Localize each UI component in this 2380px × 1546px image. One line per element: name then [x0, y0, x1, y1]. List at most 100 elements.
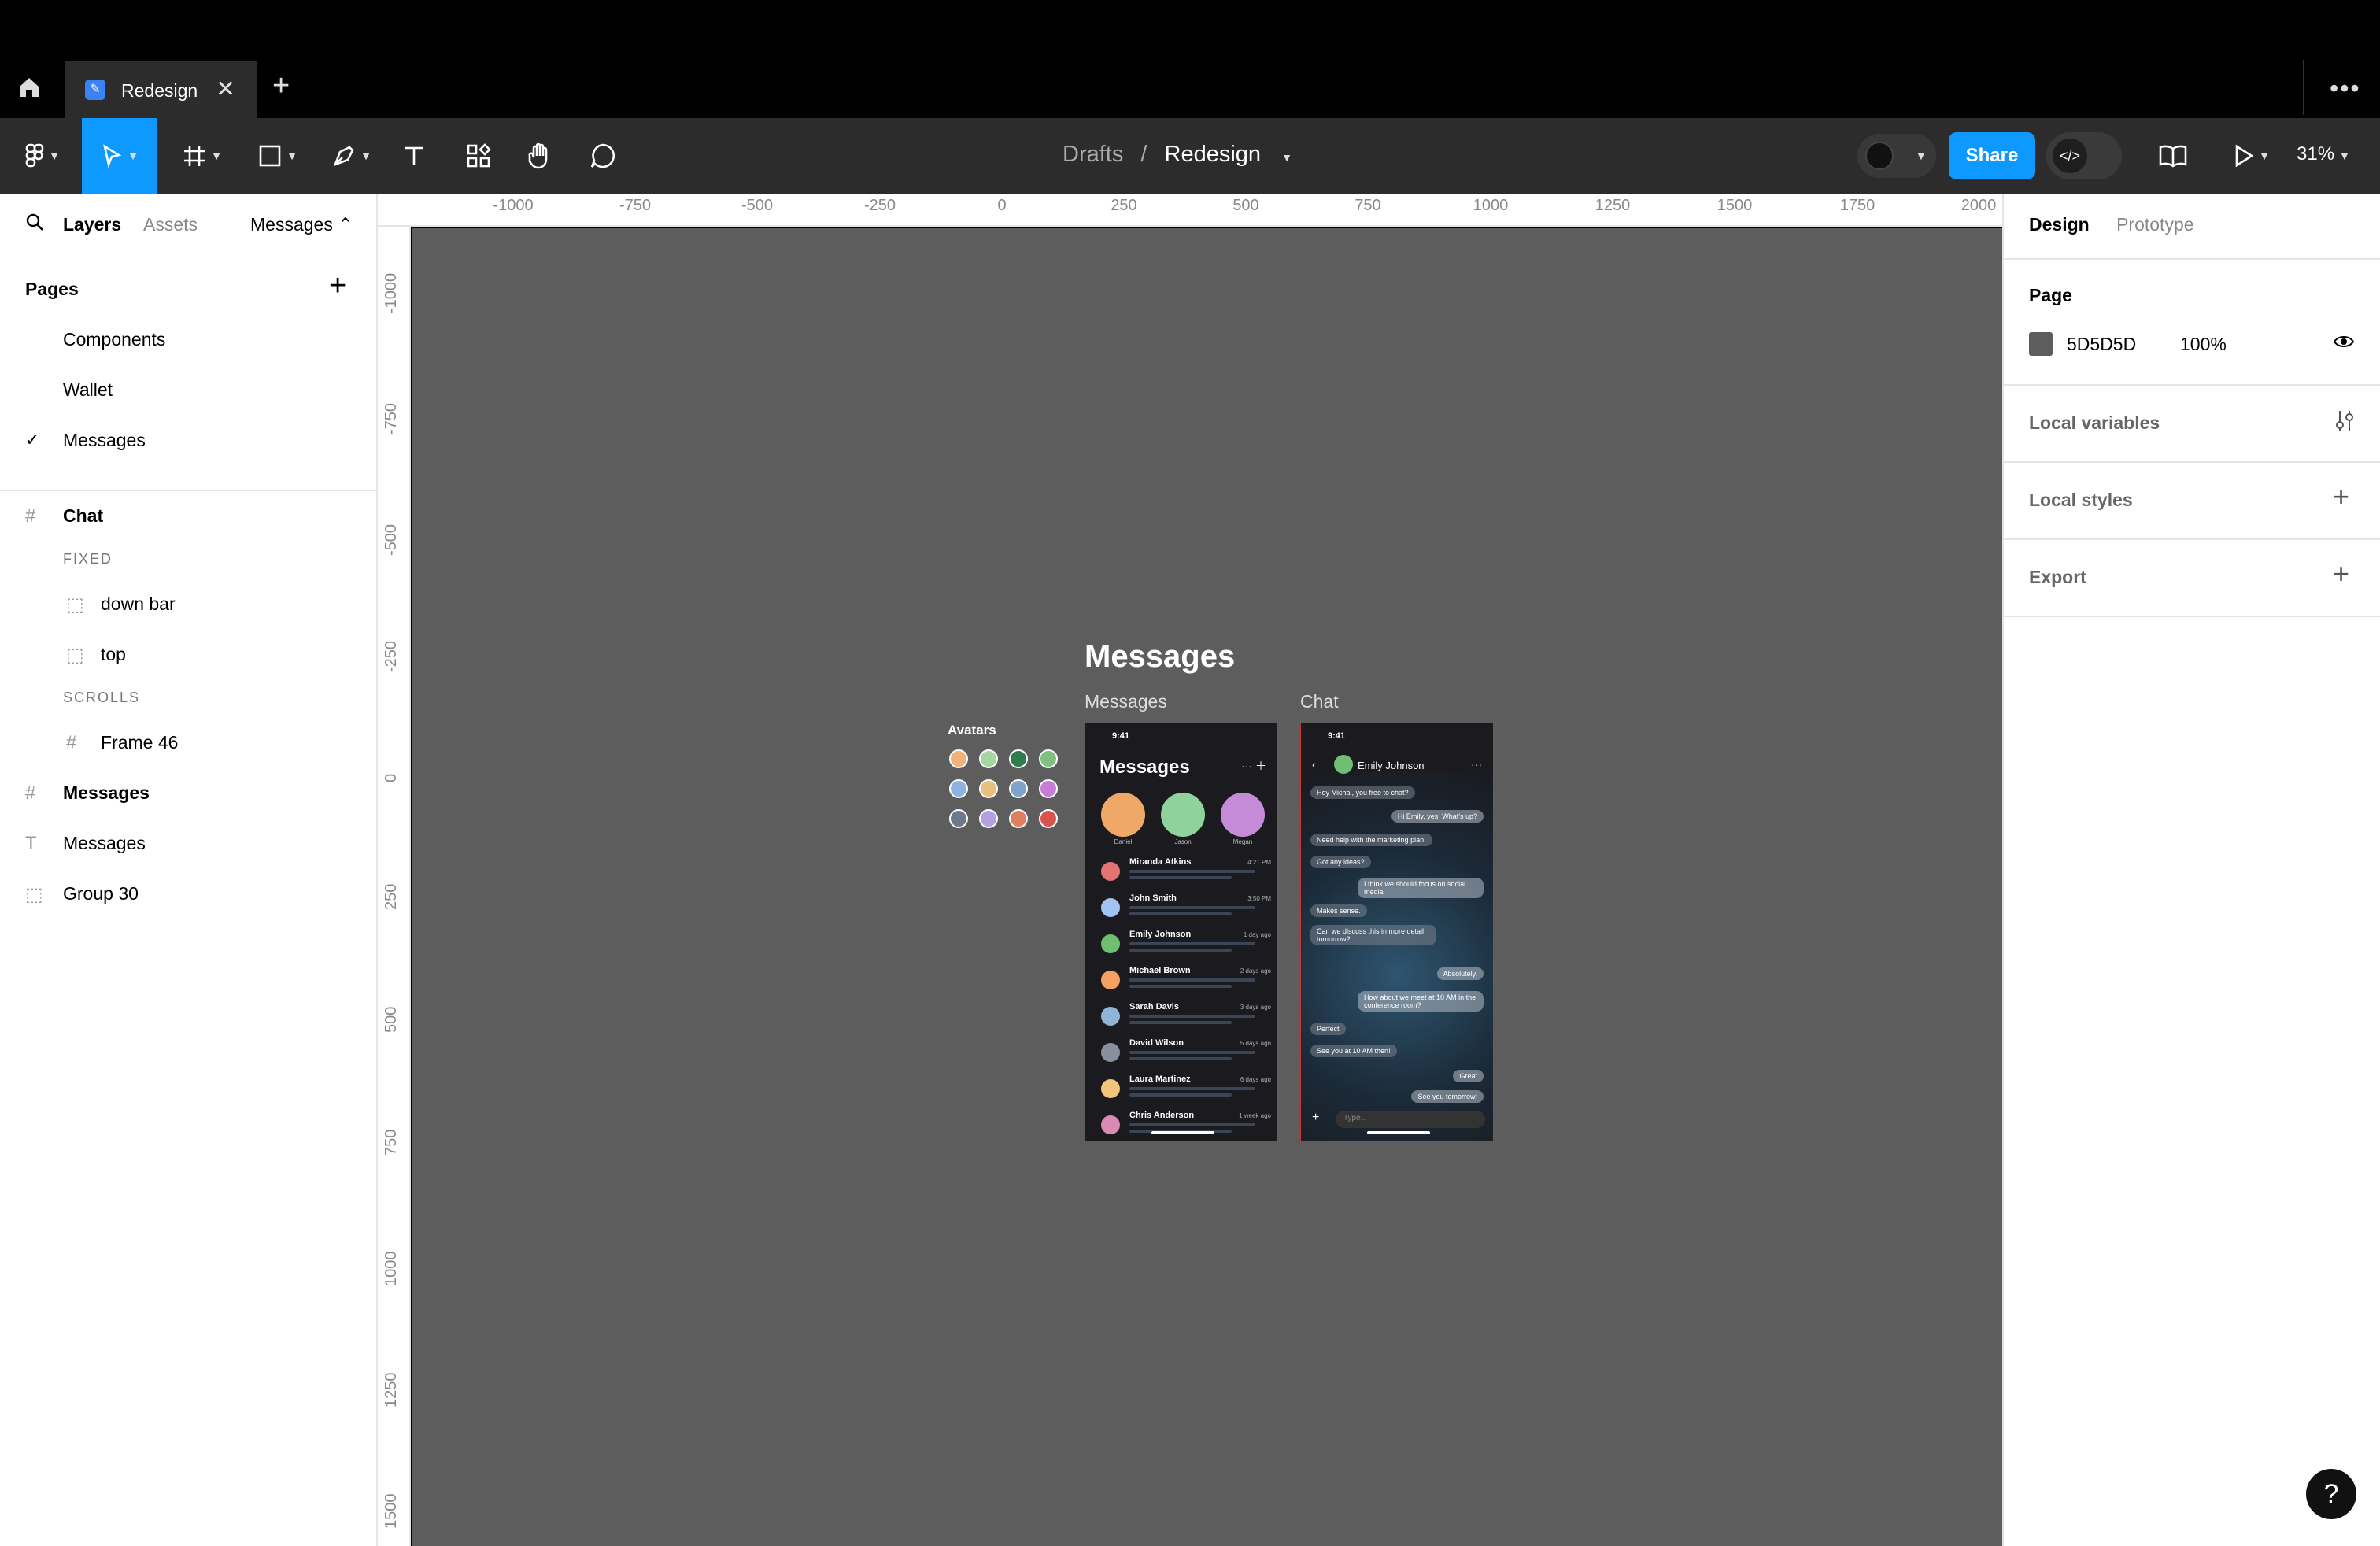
canvas-title-text[interactable]: Messages: [1085, 639, 1235, 675]
layer-top[interactable]: top: [101, 644, 126, 665]
pen-tool-button[interactable]: ▼: [324, 118, 379, 194]
avatar: [1101, 1043, 1120, 1062]
eye-icon[interactable]: [2333, 334, 2355, 353]
thread-row: Emily Johnson 1 day ago: [1101, 930, 1274, 966]
present-button[interactable]: ▼: [2224, 118, 2279, 194]
avatar-sticker: [1009, 809, 1028, 828]
new-tab-button[interactable]: +: [272, 69, 290, 103]
page-color-swatch[interactable]: [2029, 332, 2053, 356]
breadcrumb-file[interactable]: Redesign: [1165, 142, 1262, 167]
library-button[interactable]: [2155, 118, 2191, 194]
preview-line: [1129, 912, 1232, 915]
thread-row: Sarah Davis 3 days ago: [1101, 1002, 1274, 1038]
frame-label-chat[interactable]: Chat: [1300, 691, 1339, 712]
thread-row: Laura Martinez 6 days ago: [1101, 1074, 1274, 1111]
ruler-label: -1000: [382, 272, 400, 313]
received-bubble: Need help with the marketing plan.: [1310, 834, 1432, 846]
thread-row: Chris Anderson 1 week ago: [1101, 1111, 1274, 1141]
thread-name: Miranda Atkins: [1129, 857, 1192, 867]
thread-name: David Wilson: [1129, 1038, 1184, 1048]
tab-layers[interactable]: Layers: [63, 214, 121, 235]
thread-time: 2 days ago: [1240, 967, 1271, 975]
avatar-sticker: [979, 809, 998, 828]
page-color-hex[interactable]: 5D5D5D: [2067, 334, 2136, 355]
status-time: 9:41: [1328, 731, 1346, 741]
frame-tool-button[interactable]: ▼: [175, 118, 230, 194]
avatar-sticker: [949, 749, 968, 768]
code-icon: </>: [2053, 139, 2087, 173]
resources-tool-button[interactable]: [461, 118, 496, 194]
main-menu-button[interactable]: ▼: [19, 118, 66, 194]
ruler-label: -750: [619, 197, 652, 214]
export-label[interactable]: Export: [2029, 567, 2086, 588]
page-item-messages[interactable]: Messages: [63, 430, 146, 451]
thread-row: David Wilson 5 days ago: [1101, 1038, 1274, 1074]
divider: [2303, 60, 2304, 115]
tab-prototype[interactable]: Prototype: [2116, 214, 2193, 235]
user-avatar-button[interactable]: ▼: [1857, 134, 1936, 178]
shape-tool-button[interactable]: ▼: [250, 118, 305, 194]
comment-tool-button[interactable]: [586, 118, 620, 194]
layer-down-bar[interactable]: down bar: [101, 594, 176, 615]
plus-icon: +: [1312, 1111, 1320, 1124]
search-icon[interactable]: [25, 213, 44, 236]
title-bar: ✎ Redesign ✕ + •••: [0, 0, 2380, 118]
add-style-button[interactable]: +: [2333, 480, 2349, 513]
add-page-button[interactable]: +: [329, 269, 346, 303]
zoom-control[interactable]: 31% ▼: [2297, 143, 2350, 165]
tab-assets[interactable]: Assets: [143, 214, 198, 235]
close-tab-icon[interactable]: ✕: [216, 76, 235, 103]
page-item-wallet[interactable]: Wallet: [63, 379, 113, 401]
sliders-icon[interactable]: [2333, 409, 2356, 437]
preview-line: [1129, 942, 1255, 945]
preview-line: [1129, 876, 1232, 879]
ruler-label: 1750: [1839, 197, 1876, 214]
sent-bubble: Absolutely.: [1436, 967, 1484, 980]
layer-messages-text[interactable]: Messages: [63, 833, 146, 854]
divider: [2004, 616, 2380, 617]
local-variables-label[interactable]: Local variables: [2029, 412, 2160, 434]
chat-frame[interactable]: 9:41 ‹ Emily Johnson ··· Hey Michal, you…: [1300, 723, 1494, 1141]
avatar: [1334, 755, 1353, 774]
hand-tool-button[interactable]: [523, 118, 557, 194]
add-export-button[interactable]: +: [2333, 557, 2349, 590]
chevron-down-icon[interactable]: ▼: [1281, 151, 1292, 164]
tab-design[interactable]: Design: [2029, 214, 2090, 235]
more-menu-button[interactable]: •••: [2330, 74, 2361, 103]
page-opacity[interactable]: 100%: [2180, 334, 2227, 355]
breadcrumb-drafts[interactable]: Drafts: [1062, 142, 1123, 167]
messages-frame[interactable]: 9:41 Messages ··· ＋ Daniel Jason Megan M…: [1085, 723, 1278, 1141]
home-indicator: [1367, 1131, 1430, 1134]
story-name: Megan: [1232, 838, 1253, 845]
text-tool-button[interactable]: [397, 118, 431, 194]
layer-frame-46[interactable]: Frame 46: [101, 732, 178, 753]
layer-messages-frame[interactable]: Messages: [63, 782, 150, 804]
page-section-label: Page: [2029, 285, 2072, 305]
page-item-components[interactable]: Components: [63, 329, 165, 350]
story-avatar: [1161, 793, 1205, 837]
local-styles-label[interactable]: Local styles: [2029, 490, 2133, 511]
thread-time: 3 days ago: [1240, 1004, 1271, 1011]
layer-group-30[interactable]: Group 30: [63, 883, 139, 904]
divider: [2004, 538, 2380, 540]
share-button[interactable]: Share: [1949, 132, 2035, 179]
story-name: Jason: [1174, 838, 1192, 845]
group-icon: ⬚: [66, 645, 84, 666]
file-tab[interactable]: ✎ Redesign ✕: [65, 61, 257, 118]
move-tool-button[interactable]: ▼: [82, 118, 157, 194]
dev-mode-toggle[interactable]: </>: [2046, 132, 2122, 179]
file-tab-label: Redesign: [121, 80, 198, 101]
home-icon[interactable]: [17, 76, 47, 99]
layer-chat[interactable]: Chat: [63, 505, 103, 527]
panel-tabs: Layers Assets Messages ⌃: [0, 194, 378, 253]
figma-logo-icon: [25, 143, 44, 168]
sent-bubble: How about we meet at 10 AM in the confer…: [1358, 991, 1484, 1012]
page-selector[interactable]: Messages ⌃: [250, 214, 353, 235]
help-button[interactable]: ?: [2306, 1469, 2356, 1519]
avatar-sticker: [1039, 779, 1058, 798]
avatars-label[interactable]: Avatars: [948, 723, 996, 738]
frame-label-messages[interactable]: Messages: [1085, 691, 1167, 712]
vertical-ruler: -1000 -750 -500 -250 0 250 500 750 1000 …: [378, 227, 411, 1546]
avatar: [1101, 971, 1120, 989]
avatar-sticker: [1039, 809, 1058, 828]
